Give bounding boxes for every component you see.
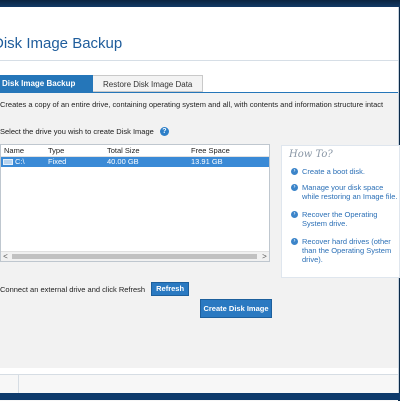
drive-name-cell: C:\ [1,157,48,167]
how-to-link-label: Create a boot disk. [302,167,365,176]
how-to-link-label: Recover hard drives (other than the Oper… [302,237,392,264]
desktop-background-top [0,0,400,7]
refresh-button[interactable]: Refresh [151,282,190,296]
how-to-title: How To? [289,149,333,160]
page-title: Disk Image Backup [0,35,123,52]
drive-total-size-cell: 40.00 GB [107,157,139,166]
how-to-link-manage-space[interactable]: › Manage your disk space while restoring… [291,183,400,201]
tab-content-panel: Creates a copy of an entire drive, conta… [0,92,400,368]
tab-bar: Disk Image Backup Restore Disk Image Dat… [0,75,203,92]
tab-restore-disk-image-data[interactable]: Restore Disk Image Data [93,75,203,92]
horizontal-scrollbar[interactable]: < > [1,251,269,261]
app-window: Disk Image Backup Disk Image Backup Rest… [0,7,400,401]
drive-type-cell: Fixed [48,157,67,166]
scroll-right-arrow-icon[interactable]: > [260,252,269,261]
arrow-bullet-icon: › [291,238,298,245]
external-drive-text: Connect an external drive and click Refr… [0,284,146,294]
table-row[interactable]: C:\ Fixed 40.00 GB 13.91 GB [1,157,269,167]
question-icon[interactable]: ? [159,127,169,136]
how-to-link-recover-drives[interactable]: › Recover hard drives (other than the Op… [291,237,400,264]
drive-list-header: Name Type Total Size Free Space [1,145,269,157]
arrow-bullet-icon: › [291,184,298,191]
how-to-panel: How To? › Create a boot disk. › Manage y… [281,145,400,278]
title-divider [0,60,398,61]
how-to-link-label: Manage your disk space while restoring a… [302,183,398,201]
column-header-type[interactable]: Type [48,145,107,156]
select-drive-label: Select the drive you wish to create Disk… [0,127,154,136]
how-to-link-boot-disk[interactable]: › Create a boot disk. [291,167,365,176]
hard-drive-icon [3,159,13,165]
how-to-link-recover-os[interactable]: › Recover the Operating System drive. [291,210,391,228]
arrow-bullet-icon: › [291,168,298,175]
scrollbar-thumb[interactable] [12,254,257,259]
external-drive-row: Connect an external drive and click Refr… [0,282,190,296]
taskbar [0,393,400,400]
tab-disk-image-backup[interactable]: Disk Image Backup [0,75,93,92]
column-header-total-size[interactable]: Total Size [107,145,191,156]
drive-list[interactable]: Name Type Total Size Free Space C:\ Fixe… [0,144,270,262]
drive-free-space-cell: 13.91 GB [191,157,223,166]
scroll-left-arrow-icon[interactable]: < [1,252,10,261]
description-text: Creates a copy of an entire drive, conta… [0,100,384,109]
column-header-name[interactable]: Name [1,145,48,156]
how-to-link-label: Recover the Operating System drive. [302,210,378,228]
select-drive-row: Select the drive you wish to create Disk… [0,127,169,136]
column-header-free-space[interactable]: Free Space [191,145,269,156]
drive-name: C:\ [15,157,25,166]
create-disk-image-button[interactable]: Create Disk Image [200,299,272,318]
arrow-bullet-icon: › [291,211,298,218]
